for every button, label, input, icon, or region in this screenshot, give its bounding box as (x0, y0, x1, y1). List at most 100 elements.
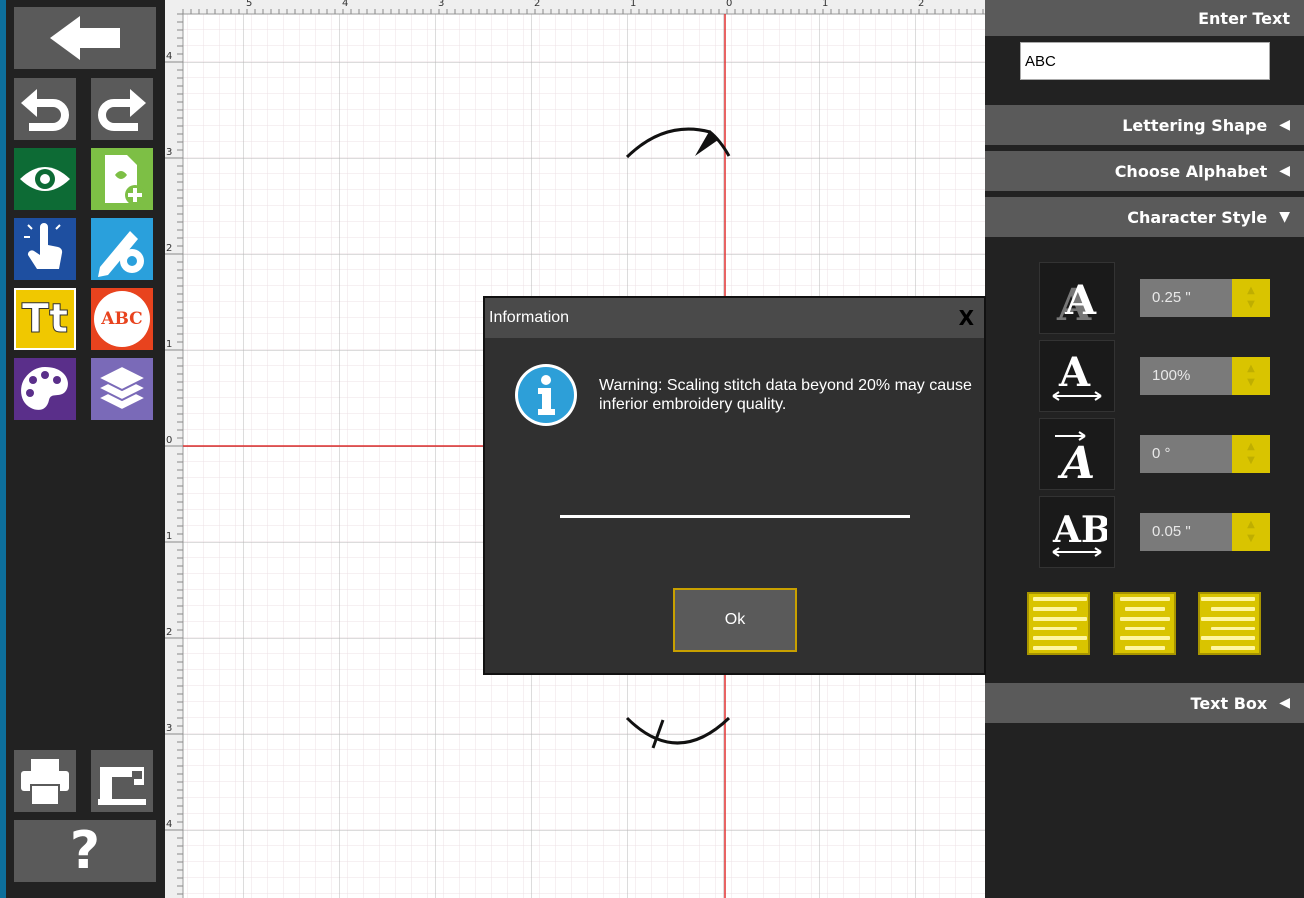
width-stepper[interactable]: 100% ▲ ▼ (1140, 357, 1270, 395)
lettering-shape-label: Lettering Shape (1122, 115, 1268, 135)
ruler-left-label: 4 (166, 51, 173, 62)
lettering-button[interactable]: Tt (14, 288, 76, 350)
edit-settings-button[interactable] (91, 218, 153, 280)
ruler-left-label: 3 (166, 723, 173, 734)
chevron-up-icon[interactable]: ▲ (1247, 440, 1255, 454)
right-panel: Enter Text Lettering Shape ◀ Choose Alph… (985, 0, 1304, 898)
chevron-down-icon[interactable]: ▼ (1247, 376, 1255, 390)
back-button[interactable] (14, 7, 156, 69)
add-file-icon (105, 155, 145, 205)
align-left-button[interactable] (1027, 592, 1090, 655)
spacing-stepper[interactable]: 0.05 " ▲ ▼ (1140, 513, 1270, 551)
collapse-arrow-icon: ◀ (1279, 117, 1290, 133)
layers-icon (95, 364, 149, 412)
ruler-top-label: 4 (342, 0, 349, 9)
select-button[interactable] (14, 218, 76, 280)
information-dialog: Information X Warning: Scaling stitch da… (483, 296, 986, 675)
width-style-icon: A (1039, 340, 1115, 412)
ruler-top-label: 2 (534, 0, 541, 9)
ruler-top-label: 5 (246, 0, 253, 9)
chevron-up-icon[interactable]: ▲ (1247, 518, 1255, 532)
monogram-abc-text: ABC (101, 309, 143, 329)
color-button[interactable] (14, 358, 76, 420)
ruler-left-label: 2 (166, 243, 173, 254)
height-stepper[interactable]: 0.25 " ▲ ▼ (1140, 279, 1270, 317)
expand-arrow-icon: ▼ (1279, 209, 1290, 225)
ok-button[interactable]: Ok (673, 588, 797, 652)
add-design-button[interactable] (91, 148, 153, 210)
width-stepper-buttons[interactable]: ▲ ▼ (1232, 357, 1270, 395)
align-left-icon (1033, 597, 1087, 601)
enter-text-label: Enter Text (1198, 8, 1290, 28)
text-box-label: Text Box (1190, 693, 1268, 713)
preview-button[interactable] (14, 148, 76, 210)
character-style-header[interactable]: Character Style ▼ (985, 197, 1304, 237)
chevron-down-icon[interactable]: ▼ (1247, 532, 1255, 546)
spacing-value[interactable]: 0.05 " (1140, 513, 1232, 551)
dialog-progress-line (560, 515, 910, 518)
character-style-label: Character Style (1127, 207, 1268, 227)
chevron-up-icon[interactable]: ▲ (1247, 362, 1255, 376)
collapse-arrow-icon: ◀ (1279, 695, 1290, 711)
palette-icon (21, 367, 68, 410)
dialog-message: Warning: Scaling stitch data beyond 20% … (599, 377, 972, 413)
align-right-button[interactable] (1198, 592, 1261, 655)
redo-button[interactable] (91, 78, 153, 140)
close-icon[interactable]: X (959, 306, 974, 330)
slant-stepper[interactable]: 0 ° ▲ ▼ (1140, 435, 1270, 473)
ruler-left-label: 1 (166, 339, 173, 350)
ruler-left-label: 2 (166, 627, 173, 638)
printer-icon (21, 759, 69, 806)
svg-text:A: A (1057, 438, 1095, 484)
enter-text-header: Enter Text (985, 0, 1304, 36)
dialog-title: Information (489, 309, 570, 326)
ruler-top-label: 3 (438, 0, 445, 9)
chevron-down-icon[interactable]: ▼ (1247, 298, 1255, 312)
undo-icon (21, 89, 69, 131)
chevron-down-icon[interactable]: ▼ (1247, 454, 1255, 468)
svg-text:AB: AB (1052, 509, 1107, 551)
width-value[interactable]: 100% (1140, 357, 1232, 395)
sewing-machine-icon (98, 767, 146, 805)
send-to-machine-button[interactable] (91, 750, 153, 812)
back-arrow-icon (50, 16, 120, 60)
svg-text:A: A (1058, 349, 1091, 396)
svg-text:A: A (1064, 277, 1097, 324)
align-center-button[interactable] (1113, 592, 1176, 655)
spacing-stepper-buttons[interactable]: ▲ ▼ (1232, 513, 1270, 551)
slant-stepper-buttons[interactable]: ▲ ▼ (1232, 435, 1270, 473)
align-right-icon (1201, 597, 1255, 601)
height-style-icon: AA (1039, 262, 1115, 334)
choose-alphabet-header[interactable]: Choose Alphabet ◀ (985, 151, 1304, 191)
help-button[interactable]: ? (14, 820, 156, 882)
height-value[interactable]: 0.25 " (1140, 279, 1232, 317)
dialog-title-bar: Information X (485, 298, 984, 338)
layers-button[interactable] (91, 358, 153, 420)
pencil-gear-icon (98, 231, 144, 277)
left-toolbar: Tt ABC ? (6, 0, 165, 898)
undo-button[interactable] (14, 78, 76, 140)
chevron-up-icon[interactable]: ▲ (1247, 284, 1255, 298)
choose-alphabet-label: Choose Alphabet (1114, 161, 1268, 181)
text-box-header[interactable]: Text Box ◀ (985, 683, 1304, 723)
ruler-top-label: 2 (918, 0, 925, 9)
ruler-top-label: 0 (726, 0, 733, 9)
ruler-top-label: 1 (630, 0, 637, 9)
print-button[interactable] (14, 750, 76, 812)
slant-value[interactable]: 0 ° (1140, 435, 1232, 473)
info-icon (515, 364, 577, 426)
ruler-left-label: 4 (166, 819, 173, 830)
monogram-circle-icon: ABC (94, 291, 150, 347)
touch-hand-icon (24, 223, 63, 269)
lettering-tt-icon: Tt (21, 296, 69, 343)
monogram-button[interactable]: ABC (91, 288, 153, 350)
eye-icon (20, 167, 70, 191)
text-input[interactable] (1020, 42, 1270, 80)
lettering-shape-header[interactable]: Lettering Shape ◀ (985, 105, 1304, 145)
height-stepper-buttons[interactable]: ▲ ▼ (1232, 279, 1270, 317)
align-center-icon (1119, 597, 1170, 601)
help-icon: ? (69, 821, 101, 881)
ruler-top-label: 1 (822, 0, 829, 9)
redo-icon (98, 89, 146, 131)
left-ruler (165, 0, 183, 898)
